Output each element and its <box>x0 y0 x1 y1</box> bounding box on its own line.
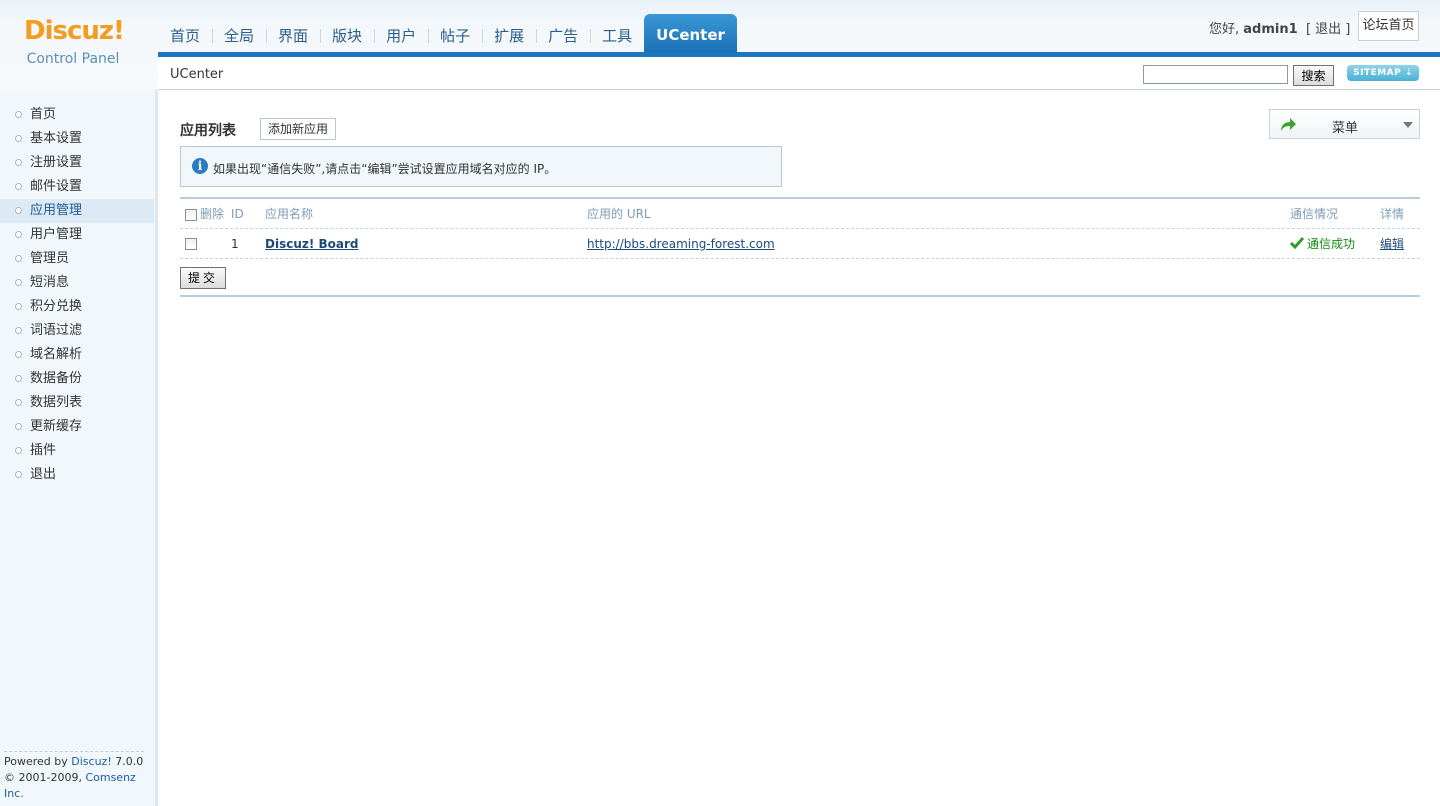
header-status: 通信情况 <box>1290 207 1339 221</box>
sidebar-item-credit-exchange[interactable]: 积分兑换 <box>0 295 155 319</box>
copyright-prefix: © 2001-2009, <box>4 771 86 784</box>
sidebar-item-home[interactable]: 首页 <box>0 103 155 127</box>
header-name: 应用名称 <box>265 207 314 221</box>
sidebar-item-basic-settings[interactable]: 基本设置 <box>0 127 155 151</box>
check-icon <box>1290 237 1304 249</box>
forum-home-button[interactable]: 论坛首页 <box>1358 11 1419 41</box>
sidebar-item-logout[interactable]: 退出 <box>0 463 155 487</box>
sidebar-menu: 首页 基本设置 注册设置 邮件设置 应用管理 用户管理 管理员 短消息 积分兑换… <box>0 90 155 487</box>
sidebar-item-word-filter[interactable]: 词语过滤 <box>0 319 155 343</box>
info-icon: i <box>192 158 208 174</box>
tab-posts[interactable]: 帖子 <box>428 14 482 54</box>
tab-users[interactable]: 用户 <box>374 14 428 54</box>
user-info: 您好, admin1 [ 退出 ] <box>1209 18 1350 37</box>
row-delete-checkbox[interactable] <box>185 238 197 250</box>
discuz-link[interactable]: Discuz! <box>71 755 111 768</box>
sitemap-button[interactable]: SITEMAP ⇣ <box>1347 65 1419 81</box>
add-app-button[interactable]: 添加新应用 <box>260 118 337 140</box>
tab-global[interactable]: 全局 <box>212 14 266 54</box>
logo-subtitle: Control Panel <box>26 51 120 67</box>
select-all-checkbox[interactable] <box>185 209 197 221</box>
sidebar-item-register-settings[interactable]: 注册设置 <box>0 151 155 175</box>
submit-button[interactable]: 提交 <box>180 267 226 289</box>
tab-ads[interactable]: 广告 <box>536 14 590 54</box>
comm-status: 通信成功 <box>1290 229 1355 259</box>
search-button[interactable]: 搜索 <box>1293 65 1334 86</box>
sidebar-item-app-management[interactable]: 应用管理 <box>0 199 154 223</box>
sidebar: 首页 基本设置 注册设置 邮件设置 应用管理 用户管理 管理员 短消息 积分兑换… <box>0 90 158 806</box>
tab-extensions[interactable]: 扩展 <box>482 14 536 54</box>
sidebar-item-update-cache[interactable]: 更新缓存 <box>0 415 155 439</box>
table-header-row: 删除 ID 应用名称 应用的 URL 通信情况 详情 <box>180 199 1420 229</box>
page-title: 应用列表 <box>180 123 236 139</box>
version: 7.0.0 <box>111 755 144 768</box>
edit-link[interactable]: 编辑 <box>1380 229 1404 259</box>
app-id: 1 <box>231 237 239 251</box>
tab-interface[interactable]: 界面 <box>266 14 320 54</box>
header-delete: 删除 <box>200 207 225 221</box>
app-name-link[interactable]: Discuz! Board <box>265 229 359 259</box>
menu-dropdown[interactable]: 菜单 <box>1269 109 1420 139</box>
tip-text: 如果出现“通信失败”,请点击“编辑”尝试设置应用域名对应的 IP。 <box>213 162 557 176</box>
sidebar-item-user-management[interactable]: 用户管理 <box>0 223 155 247</box>
footer-info: Powered by Discuz! 7.0.0 © 2001-2009, Co… <box>4 751 144 802</box>
logo[interactable]: Discuz! Control Panel <box>0 0 158 90</box>
tip-box: i 如果出现“通信失败”,请点击“编辑”尝试设置应用域名对应的 IP。 <box>180 146 782 187</box>
sidebar-item-data-backup[interactable]: 数据备份 <box>0 367 155 391</box>
header-detail: 详情 <box>1380 207 1405 221</box>
powered-prefix: Powered by <box>4 755 72 768</box>
top-nav: 首页 全局 界面 版块 用户 帖子 扩展 广告 工具 UCenter <box>158 14 737 54</box>
tab-tools[interactable]: 工具 <box>590 14 644 54</box>
search-input[interactable] <box>1143 65 1288 84</box>
header: Discuz! Control Panel 首页 全局 界面 版块 用户 帖子 … <box>0 0 1440 90</box>
sidebar-item-data-list[interactable]: 数据列表 <box>0 391 155 415</box>
logout-link[interactable]: [ 退出 ] <box>1306 22 1350 37</box>
username: admin1 <box>1243 22 1298 37</box>
menu-label: 菜单 <box>1332 121 1359 136</box>
sidebar-item-mail-settings[interactable]: 邮件设置 <box>0 175 155 199</box>
sub-bar: UCenter 搜索 SITEMAP ⇣ <box>158 57 1440 90</box>
sidebar-item-plugins[interactable]: 插件 <box>0 439 155 463</box>
comm-status-text: 通信成功 <box>1307 237 1356 251</box>
sidebar-item-messages[interactable]: 短消息 <box>0 271 155 295</box>
tab-forums[interactable]: 版块 <box>320 14 374 54</box>
app-url-link[interactable]: http://bbs.dreaming-forest.com <box>587 229 775 259</box>
tab-ucenter[interactable]: UCenter <box>644 14 737 54</box>
header-id: ID <box>231 207 244 221</box>
breadcrumb: UCenter <box>170 67 224 82</box>
main-content: 应用列表 添加新应用 菜单 i 如果出现“通信失败”,请点击“编辑”尝试设置应用… <box>160 90 1440 806</box>
header-url: 应用的 URL <box>587 207 651 221</box>
app-table: 删除 ID 应用名称 应用的 URL 通信情况 详情 1 Discuz! Boa… <box>180 197 1420 297</box>
table-row: 1 Discuz! Board http://bbs.dreaming-fore… <box>180 229 1420 259</box>
submit-row: 提交 <box>180 259 1420 297</box>
redo-arrow-icon <box>1281 118 1296 131</box>
tab-home[interactable]: 首页 <box>158 14 212 54</box>
greeting: 您好, <box>1209 22 1240 37</box>
sidebar-item-domain-resolve[interactable]: 域名解析 <box>0 343 155 367</box>
chevron-down-icon <box>1403 122 1413 128</box>
sidebar-item-admins[interactable]: 管理员 <box>0 247 155 271</box>
logo-brand: Discuz! <box>24 16 125 46</box>
